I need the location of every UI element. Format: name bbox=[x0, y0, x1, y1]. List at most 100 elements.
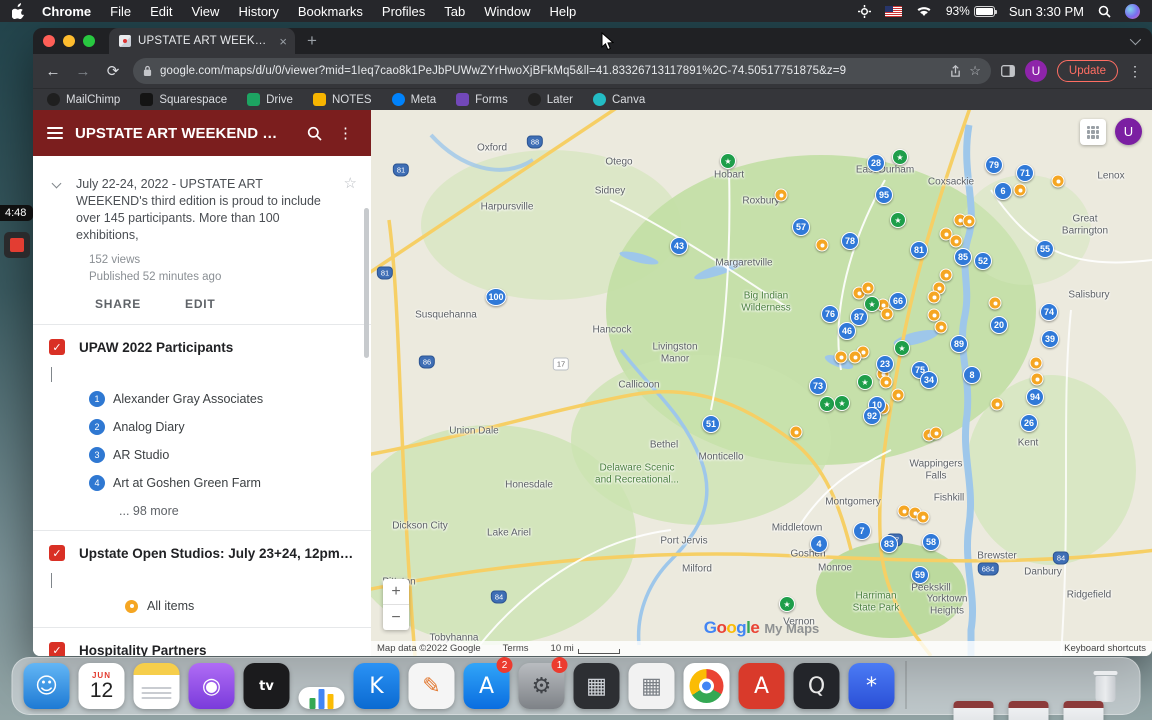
map-marker-orange[interactable] bbox=[934, 320, 948, 334]
menu-window[interactable]: Window bbox=[484, 4, 530, 19]
map-marker-46[interactable]: 46 bbox=[838, 322, 856, 340]
map-marker-star[interactable]: ★ bbox=[892, 149, 908, 165]
map-marker-orange[interactable] bbox=[916, 510, 930, 524]
bookmark-star-icon[interactable]: ☆ bbox=[969, 63, 981, 79]
map-marker-20[interactable]: 20 bbox=[990, 316, 1008, 334]
map-marker-star[interactable]: ★ bbox=[819, 396, 835, 412]
menu-chrome[interactable]: Chrome bbox=[42, 4, 91, 19]
layer2-collapse-chevron-icon[interactable] bbox=[51, 573, 52, 588]
layer2-checkbox[interactable] bbox=[49, 545, 65, 561]
dock-pencil-app[interactable]: ✎ bbox=[408, 661, 456, 709]
map-marker-orange[interactable] bbox=[1030, 372, 1044, 386]
map-marker-7[interactable]: 7 bbox=[853, 522, 871, 540]
map-profile-avatar[interactable]: U bbox=[1115, 118, 1142, 145]
bookmark-forms[interactable]: Forms bbox=[456, 93, 508, 106]
update-button[interactable]: Update bbox=[1056, 60, 1118, 82]
map-marker-85[interactable]: 85 bbox=[954, 248, 972, 266]
menu-profiles[interactable]: Profiles bbox=[382, 4, 425, 19]
google-apps-grid-button[interactable] bbox=[1080, 119, 1106, 145]
map-marker-83[interactable]: 83 bbox=[880, 535, 898, 553]
bookmark-later[interactable]: Later bbox=[527, 93, 573, 106]
gear-icon[interactable] bbox=[857, 4, 871, 18]
map-marker-6[interactable]: 6 bbox=[994, 182, 1012, 200]
map-marker-74[interactable]: 74 bbox=[1040, 303, 1058, 321]
dock-calendar[interactable]: JUN 12 bbox=[78, 661, 126, 709]
bookmark-meta[interactable]: Meta bbox=[391, 93, 436, 106]
address-bar[interactable]: google.com/maps/d/u/0/viewer?mid=1Ieq7ca… bbox=[133, 58, 991, 84]
minimize-window-button[interactable] bbox=[63, 35, 75, 47]
layer-item-ar-studio[interactable]: 3 AR Studio bbox=[33, 441, 371, 469]
side-panel-icon[interactable] bbox=[1000, 65, 1015, 77]
menu-edit[interactable]: Edit bbox=[150, 4, 172, 19]
map-marker-orange[interactable] bbox=[861, 281, 875, 295]
dock-acrobat[interactable]: A bbox=[738, 661, 786, 709]
bookmark-drive[interactable]: Drive bbox=[247, 93, 293, 106]
map-marker-orange[interactable] bbox=[939, 268, 953, 282]
map-marker-orange[interactable] bbox=[879, 375, 893, 389]
map-marker-71[interactable]: 71 bbox=[1016, 164, 1034, 182]
map-marker-55[interactable]: 55 bbox=[1036, 240, 1054, 258]
map-marker-8[interactable]: 8 bbox=[963, 366, 981, 384]
map-marker-orange[interactable] bbox=[927, 290, 941, 304]
map-marker-orange[interactable] bbox=[1051, 174, 1065, 188]
keyboard-shortcuts-link[interactable]: Keyboard shortcuts bbox=[1064, 643, 1146, 654]
map-marker-orange[interactable] bbox=[880, 307, 894, 321]
dock-window-1[interactable] bbox=[917, 661, 994, 720]
menu-history[interactable]: History bbox=[238, 4, 278, 19]
map-marker-59[interactable]: 59 bbox=[911, 566, 929, 584]
layer2-all-items[interactable]: All items bbox=[33, 591, 371, 627]
layer-item-alexander-gray-associates[interactable]: 1 Alexander Gray Associates bbox=[33, 385, 371, 413]
browser-tab[interactable]: UPSTATE ART WEEKEND 2022 × bbox=[109, 28, 295, 54]
wifi-icon[interactable] bbox=[916, 5, 932, 17]
map-marker-81[interactable]: 81 bbox=[910, 241, 928, 259]
map-marker-orange[interactable] bbox=[1029, 356, 1043, 370]
map-marker-76[interactable]: 76 bbox=[821, 305, 839, 323]
new-tab-button[interactable]: + bbox=[307, 31, 317, 51]
dock-spreadsheet-app[interactable]: ▦ bbox=[628, 661, 676, 709]
bookmark-canva[interactable]: Canva bbox=[592, 93, 645, 106]
recording-stop-button[interactable] bbox=[4, 232, 30, 258]
layer3-checkbox[interactable] bbox=[49, 642, 65, 656]
reload-button[interactable]: ⟳ bbox=[103, 62, 123, 80]
bookmark-squarespace[interactable]: Squarespace bbox=[140, 93, 227, 106]
layer1-more-link[interactable]: ... 98 more bbox=[33, 497, 371, 530]
dock-screenshot-app[interactable]: ▦ bbox=[573, 661, 621, 709]
layer1-checkbox[interactable] bbox=[49, 339, 65, 355]
map-marker-73[interactable]: 73 bbox=[809, 377, 827, 395]
map-marker-92[interactable]: 92 bbox=[863, 407, 881, 425]
dock-podcasts[interactable]: ◉ bbox=[188, 661, 236, 709]
layer1-collapse-chevron-icon[interactable] bbox=[51, 367, 52, 382]
map-marker-star[interactable]: ★ bbox=[864, 296, 880, 312]
tab-close-icon[interactable]: × bbox=[279, 34, 287, 49]
apple-menu-icon[interactable] bbox=[12, 3, 28, 19]
lock-icon[interactable] bbox=[143, 65, 152, 77]
menu-file[interactable]: File bbox=[110, 4, 131, 19]
share-button[interactable]: SHARE bbox=[95, 297, 141, 311]
browser-menu-icon[interactable]: ⋮ bbox=[1128, 63, 1142, 80]
map-marker-34[interactable]: 34 bbox=[920, 371, 938, 389]
map-canvas[interactable]: Oxford Otego Hobart East Durham Coxsackie Sid… bbox=[371, 110, 1152, 656]
map-marker-orange[interactable] bbox=[929, 426, 943, 440]
search-icon[interactable] bbox=[307, 126, 322, 141]
map-marker-orange[interactable] bbox=[927, 308, 941, 322]
map-marker-orange[interactable] bbox=[988, 296, 1002, 310]
dock-asterisk-app[interactable]: * bbox=[848, 661, 896, 709]
map-marker-orange[interactable] bbox=[962, 214, 976, 228]
sidebar-scrollbar[interactable] bbox=[364, 208, 369, 358]
menu-view[interactable]: View bbox=[191, 4, 219, 19]
dock-notes[interactable] bbox=[133, 661, 181, 709]
forward-button[interactable]: → bbox=[73, 63, 93, 80]
map-marker-28[interactable]: 28 bbox=[867, 154, 885, 172]
map-marker-100[interactable]: 100 bbox=[485, 288, 507, 306]
map-marker-orange[interactable] bbox=[789, 425, 803, 439]
zoom-out-button[interactable]: − bbox=[383, 605, 409, 630]
map-marker-51[interactable]: 51 bbox=[702, 415, 720, 433]
edit-button[interactable]: EDIT bbox=[185, 297, 216, 311]
dock-app-store[interactable]: A2 bbox=[463, 657, 513, 709]
map-marker-star[interactable]: ★ bbox=[834, 395, 850, 411]
map-marker-orange[interactable] bbox=[990, 397, 1004, 411]
us-flag-icon[interactable] bbox=[884, 5, 902, 17]
map-marker-89[interactable]: 89 bbox=[950, 335, 968, 353]
dock-chrome[interactable] bbox=[683, 661, 731, 709]
map-marker-star[interactable]: ★ bbox=[894, 340, 910, 356]
